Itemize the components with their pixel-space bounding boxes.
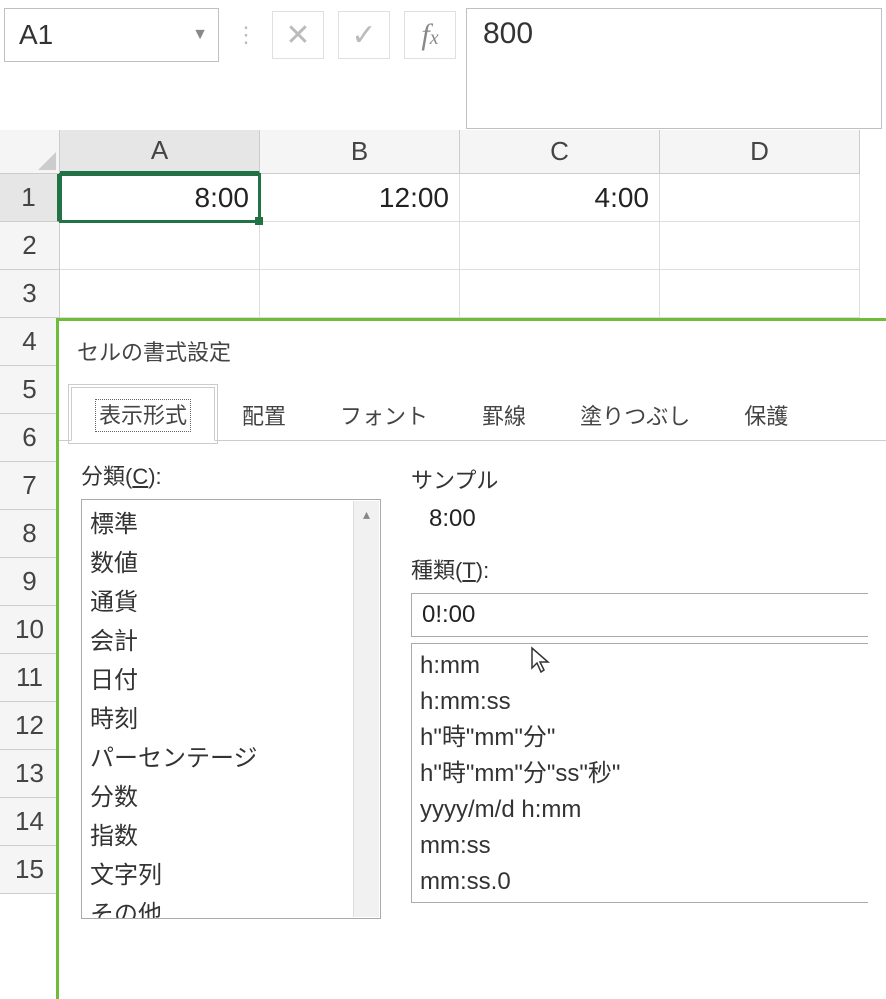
grid-row: 18:0012:004:00	[0, 174, 886, 222]
category-scrollbar[interactable]: ▴	[353, 501, 379, 917]
column-headers: A B C D	[0, 130, 886, 174]
name-box[interactable]: A1 ▼	[4, 8, 219, 62]
row-header-10[interactable]: 10	[0, 606, 60, 654]
fx-icon: fx	[421, 18, 438, 52]
sample-value: 8:00	[411, 505, 868, 533]
cell-B2[interactable]	[260, 222, 460, 270]
type-item[interactable]: yyyy/m/d h:mm	[420, 792, 860, 828]
type-item[interactable]: h"時"mm"分"ss"秒"	[420, 756, 860, 792]
tab-border[interactable]: 罫線	[455, 388, 553, 441]
formula-input[interactable]: 800	[466, 8, 882, 129]
row-header-5[interactable]: 5	[0, 366, 60, 414]
type-input-value: 0!:00	[422, 601, 475, 629]
type-item[interactable]: h"時"mm"分"	[420, 720, 860, 756]
column-header-A[interactable]: A	[60, 130, 260, 174]
format-cells-dialog: セルの書式設定 表示形式 配置 フォント 罫線 塗りつぶし 保護 分類(C): …	[56, 318, 886, 999]
category-item[interactable]: 日付	[84, 658, 378, 697]
cell-C3[interactable]	[460, 270, 660, 318]
name-box-dropdown-icon[interactable]: ▼	[192, 26, 208, 44]
row-header-4[interactable]: 4	[0, 318, 60, 366]
tab-protection[interactable]: 保護	[717, 388, 815, 441]
row-header-11[interactable]: 11	[0, 654, 60, 702]
category-listbox[interactable]: 標準数値通貨会計日付時刻パーセンテージ分数指数文字列その他ユーザー定義 ▴	[81, 499, 381, 919]
tab-font[interactable]: フォント	[313, 388, 455, 441]
format-detail-column: サンプル 8:00 種類(T): 0!:00 h:mmh:mm:ssh"時"mm…	[411, 459, 868, 919]
cell-D1[interactable]	[660, 174, 860, 222]
cancel-formula-button[interactable]: ✕	[272, 11, 324, 59]
name-box-value: A1	[19, 19, 53, 51]
category-item[interactable]: 時刻	[84, 697, 378, 736]
select-all-corner[interactable]	[0, 130, 60, 174]
category-item[interactable]: 数値	[84, 541, 378, 580]
row-header-14[interactable]: 14	[0, 798, 60, 846]
dialog-title: セルの書式設定	[59, 321, 886, 387]
row-header-15[interactable]: 15	[0, 846, 60, 894]
column-header-C[interactable]: C	[460, 130, 660, 174]
grid-row: 3	[0, 270, 886, 318]
tab-alignment[interactable]: 配置	[215, 388, 313, 441]
row-header-13[interactable]: 13	[0, 750, 60, 798]
type-listbox[interactable]: h:mmh:mm:ssh"時"mm"分"h"時"mm"分"ss"秒"yyyy/m…	[411, 643, 868, 903]
type-item[interactable]: @	[420, 900, 860, 903]
type-item[interactable]: mm:ss.0	[420, 864, 860, 900]
formula-bar-buttons: ⋮ ✕ ✓ fx	[229, 8, 456, 62]
cell-C1[interactable]: 4:00	[460, 174, 660, 222]
formula-bar: A1 ▼ ⋮ ✕ ✓ fx 800	[0, 0, 886, 130]
sample-label: サンプル	[411, 463, 868, 495]
row-header-2[interactable]: 2	[0, 222, 60, 270]
row-header-8[interactable]: 8	[0, 510, 60, 558]
category-item[interactable]: その他	[84, 892, 378, 919]
cell-D3[interactable]	[660, 270, 860, 318]
type-item[interactable]: h:mm:ss	[420, 684, 860, 720]
category-item[interactable]: 指数	[84, 814, 378, 853]
category-item[interactable]: 標準	[84, 502, 378, 541]
cell-B3[interactable]	[260, 270, 460, 318]
type-item[interactable]: mm:ss	[420, 828, 860, 864]
row-header-1[interactable]: 1	[0, 174, 60, 222]
type-input[interactable]: 0!:00	[411, 593, 868, 637]
sample-group: サンプル 8:00	[411, 459, 868, 533]
tab-fill[interactable]: 塗りつぶし	[553, 388, 717, 441]
scroll-up-icon[interactable]: ▴	[354, 501, 379, 527]
category-label: 分類(C):	[81, 459, 381, 491]
row-header-6[interactable]: 6	[0, 414, 60, 462]
formula-bar-separator: ⋮	[235, 22, 258, 48]
cell-A3[interactable]	[60, 270, 260, 318]
category-item[interactable]: パーセンテージ	[84, 736, 378, 775]
insert-function-button[interactable]: fx	[404, 11, 456, 59]
column-header-D[interactable]: D	[660, 130, 860, 174]
row-header-7[interactable]: 7	[0, 462, 60, 510]
type-label: 種類(T):	[411, 553, 868, 585]
row-header-12[interactable]: 12	[0, 702, 60, 750]
x-icon: ✕	[285, 18, 310, 53]
cell-D2[interactable]	[660, 222, 860, 270]
row-header-9[interactable]: 9	[0, 558, 60, 606]
dialog-body: 分類(C): 標準数値通貨会計日付時刻パーセンテージ分数指数文字列その他ユーザー…	[59, 441, 886, 919]
category-item[interactable]: 分数	[84, 775, 378, 814]
dialog-tabs: 表示形式 配置 フォント 罫線 塗りつぶし 保護	[59, 387, 886, 441]
cell-C2[interactable]	[460, 222, 660, 270]
tab-number-format[interactable]: 表示形式	[71, 387, 215, 441]
cell-A2[interactable]	[60, 222, 260, 270]
formula-value: 800	[483, 17, 533, 50]
cell-A1[interactable]: 8:00	[60, 174, 260, 222]
category-column: 分類(C): 標準数値通貨会計日付時刻パーセンテージ分数指数文字列その他ユーザー…	[81, 459, 381, 919]
category-item[interactable]: 通貨	[84, 580, 378, 619]
check-icon: ✓	[351, 18, 376, 53]
cell-B1[interactable]: 12:00	[260, 174, 460, 222]
mouse-pointer-icon	[530, 646, 552, 685]
type-item[interactable]: h:mm	[420, 648, 860, 684]
accept-formula-button[interactable]: ✓	[338, 11, 390, 59]
category-item[interactable]: 文字列	[84, 853, 378, 892]
column-header-B[interactable]: B	[260, 130, 460, 174]
row-header-3[interactable]: 3	[0, 270, 60, 318]
category-item[interactable]: 会計	[84, 619, 378, 658]
grid-row: 2	[0, 222, 886, 270]
